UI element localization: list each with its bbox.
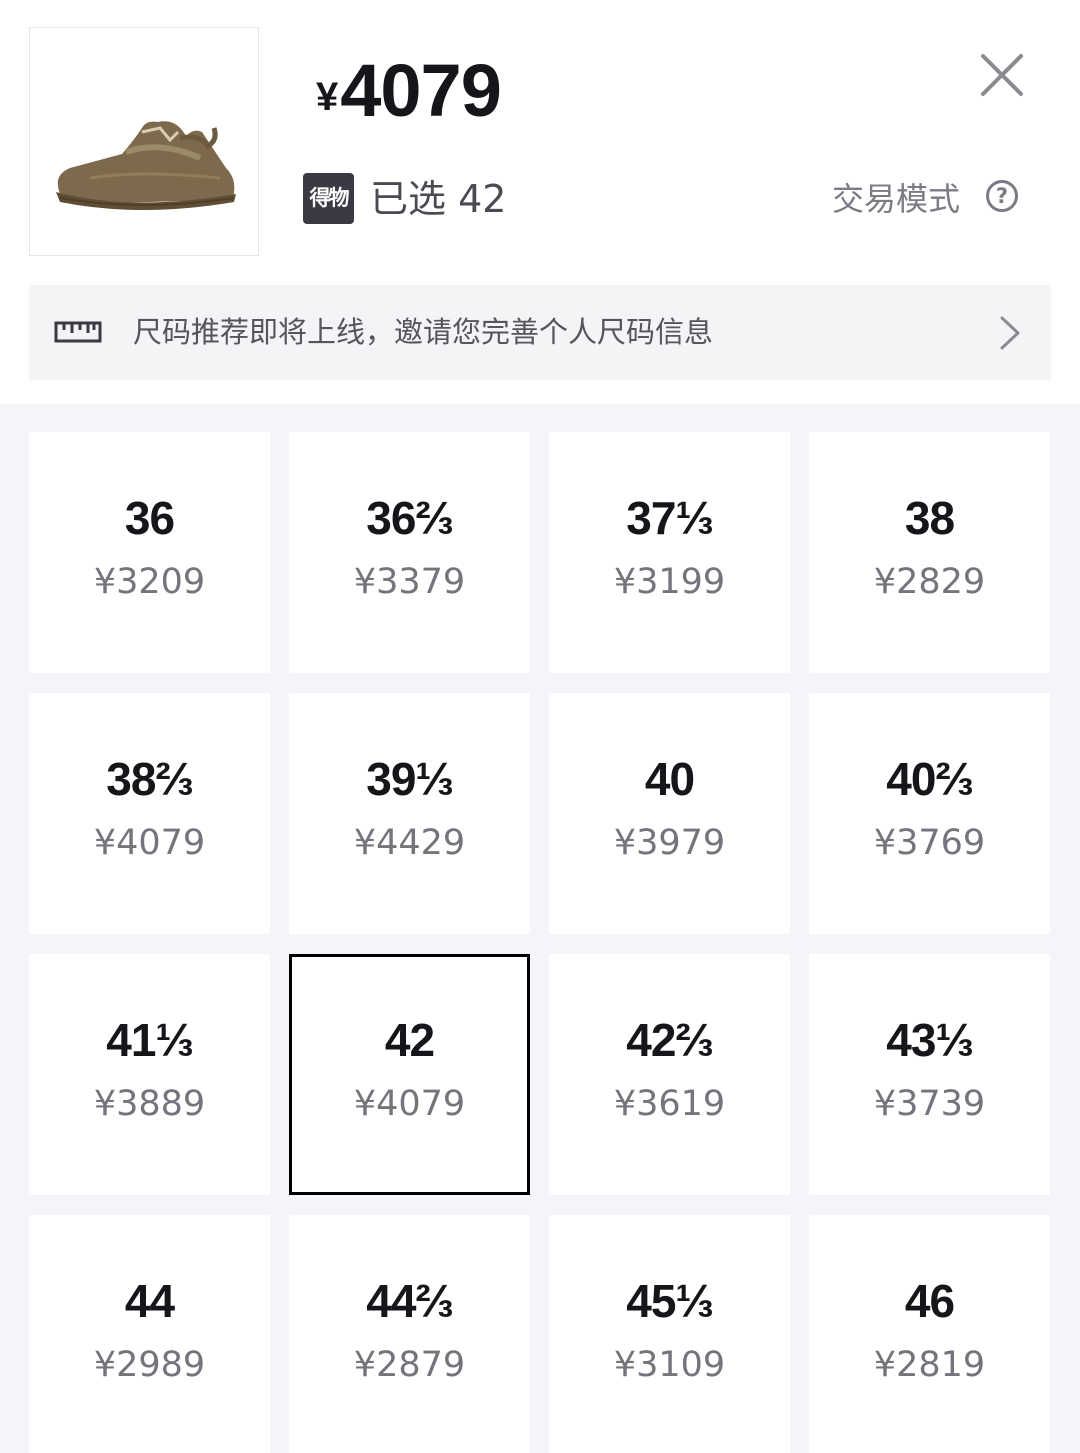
size-option[interactable]: 37⅓ ¥3199: [549, 432, 790, 673]
trade-mode-label[interactable]: 交易模式: [832, 177, 960, 221]
size-option-selected[interactable]: 42 ¥4079: [289, 954, 530, 1195]
size-price: ¥3209: [93, 562, 206, 602]
currency-symbol: ¥: [316, 75, 339, 119]
size-price: ¥2829: [873, 562, 986, 602]
size-option[interactable]: 36⅔ ¥3379: [289, 432, 530, 673]
size-value: 36: [124, 492, 175, 544]
size-value: 38⅔: [106, 753, 194, 805]
chevron-right-icon: [1000, 316, 1020, 350]
size-recommend-banner[interactable]: 尺码推荐即将上线，邀请您完善个人尺码信息: [29, 285, 1051, 380]
size-value: 43⅓: [886, 1014, 974, 1066]
size-value: 41⅓: [106, 1014, 194, 1066]
size-price: ¥3979: [613, 823, 726, 863]
question-circle-icon[interactable]: ?: [986, 180, 1018, 212]
size-option[interactable]: 40 ¥3979: [549, 693, 790, 934]
size-price: ¥3199: [613, 562, 726, 602]
selected-size-label: 已选 42: [370, 177, 507, 221]
brand-badge: 得物: [303, 173, 354, 224]
size-grid: 36 ¥3209 36⅔ ¥3379 37⅓ ¥3199 38 ¥2829 38…: [29, 432, 1050, 1453]
size-grid-area: 36 ¥3209 36⅔ ¥3379 37⅓ ¥3199 38 ¥2829 38…: [0, 404, 1080, 1453]
size-price: ¥4079: [93, 823, 206, 863]
size-value: 36⅔: [366, 492, 454, 544]
product-thumbnail[interactable]: [29, 27, 259, 256]
close-button[interactable]: [980, 53, 1024, 97]
size-option[interactable]: 38⅔ ¥4079: [29, 693, 270, 934]
size-value: 45⅓: [626, 1275, 714, 1327]
size-price: ¥2879: [353, 1345, 466, 1385]
size-value: 44: [124, 1275, 175, 1327]
size-option[interactable]: 42⅔ ¥3619: [549, 954, 790, 1195]
size-option[interactable]: 38 ¥2829: [809, 432, 1050, 673]
size-price: ¥3769: [873, 823, 986, 863]
size-value: 40: [644, 753, 695, 805]
size-value: 42⅔: [626, 1014, 714, 1066]
size-value: 38: [904, 492, 955, 544]
size-price: ¥4429: [353, 823, 466, 863]
size-option[interactable]: 46 ¥2819: [809, 1215, 1050, 1453]
size-option[interactable]: 40⅔ ¥3769: [809, 693, 1050, 934]
size-price: ¥3379: [353, 562, 466, 602]
size-price: ¥3889: [93, 1084, 206, 1124]
size-price: ¥3619: [613, 1084, 726, 1124]
size-value: 39⅓: [366, 753, 454, 805]
size-price: ¥4079: [353, 1084, 466, 1124]
ruler-icon: [54, 321, 102, 343]
size-value: 44⅔: [366, 1275, 454, 1327]
size-option[interactable]: 44⅔ ¥2879: [289, 1215, 530, 1453]
size-value: 46: [904, 1275, 955, 1327]
size-option[interactable]: 44 ¥2989: [29, 1215, 270, 1453]
banner-text: 尺码推荐即将上线，邀请您完善个人尺码信息: [133, 315, 714, 349]
size-option[interactable]: 41⅓ ¥3889: [29, 954, 270, 1195]
close-icon: [981, 54, 1023, 96]
size-price: ¥3109: [613, 1345, 726, 1385]
size-value: 42: [384, 1014, 435, 1066]
size-value: 40⅔: [886, 753, 974, 805]
size-price: ¥2989: [93, 1345, 206, 1385]
size-option[interactable]: 45⅓ ¥3109: [549, 1215, 790, 1453]
sneaker-image: [56, 121, 236, 210]
selected-price: ¥4079: [316, 48, 502, 138]
size-price: ¥2819: [873, 1345, 986, 1385]
price-value: 4079: [340, 49, 502, 132]
size-option[interactable]: 43⅓ ¥3739: [809, 954, 1050, 1195]
size-option[interactable]: 36 ¥3209: [29, 432, 270, 673]
size-option[interactable]: 39⅓ ¥4429: [289, 693, 530, 934]
size-price: ¥3739: [873, 1084, 986, 1124]
size-value: 37⅓: [626, 492, 714, 544]
product-header: ¥4079 得物 已选 42 交易模式 ? 尺码推荐即将上线，邀请您完善个人尺码…: [0, 0, 1080, 404]
